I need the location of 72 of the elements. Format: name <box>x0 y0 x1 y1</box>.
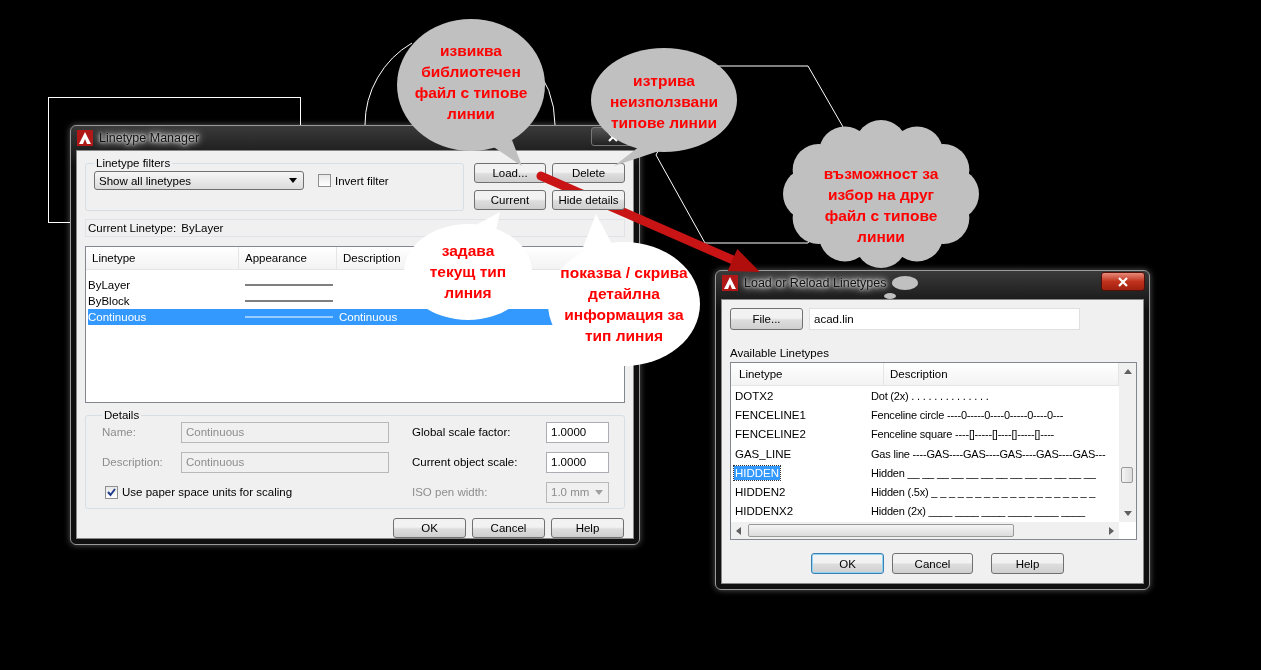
action-button[interactable]: Current <box>474 190 546 210</box>
linetype-name[interactable]: HIDDEN2 <box>734 485 787 500</box>
scale-field[interactable]: 1.0000 <box>546 451 609 473</box>
scale-field[interactable]: 1.0000 <box>546 421 609 443</box>
close-icon <box>1118 276 1128 287</box>
column-header[interactable]: Linetype <box>86 247 239 269</box>
scroll-down-icon[interactable] <box>1123 511 1132 516</box>
callout-text: извиква библиотечен файл с типове линии <box>414 41 528 124</box>
dialog-button[interactable]: OK <box>811 553 884 574</box>
action-button[interactable]: Delete <box>552 163 625 183</box>
filter-dropdown[interactable]: Show all linetypes <box>94 171 304 190</box>
checkbox[interactable] <box>105 485 118 499</box>
dialog-button[interactable]: Help <box>991 553 1064 574</box>
window-title: Load or Reload Linetypes <box>744 276 887 290</box>
scroll-up-icon[interactable] <box>1123 369 1132 374</box>
callout-text: изтрива неизползвани типове линии <box>610 71 718 133</box>
scroll-right-icon[interactable] <box>1109 526 1114 535</box>
checkbox-label: Invert filter <box>335 174 389 187</box>
linetype-description: Gas line ----GAS----GAS----GAS----GAS----GAS--- <box>871 447 1107 460</box>
group-label: Linetype filters <box>95 157 172 169</box>
dialog-button[interactable]: Cancel <box>472 518 545 538</box>
field-label: ISO pen width: <box>412 486 489 498</box>
current-linetype-label: Current Linetype: <box>88 222 177 234</box>
vertical-scrollbar[interactable] <box>1119 363 1136 522</box>
scroll-left-icon[interactable] <box>736 526 741 535</box>
linetype-name: ByBlock <box>88 295 131 307</box>
caret-icon <box>289 178 297 183</box>
linetype-name[interactable]: FENCELINE1 <box>734 407 807 422</box>
field-label: Current object scale: <box>412 456 519 468</box>
column-header[interactable]: Linetype <box>731 363 884 385</box>
checkbox-label: Use paper space units for scaling <box>122 486 293 498</box>
checkbox[interactable] <box>318 174 331 187</box>
linetype-description: Hidden __ __ __ __ __ __ __ __ __ __ __ __ __ <box>871 466 1097 479</box>
linetype-description: Continuous <box>339 311 399 323</box>
current-linetype-value: ByLayer <box>181 222 224 234</box>
linetype-name[interactable]: FENCELINE2 <box>734 427 807 442</box>
linetype-name: Continuous <box>88 311 148 323</box>
dialog-button[interactable]: Cancel <box>892 553 973 574</box>
thought-dot <box>884 293 896 299</box>
dialog-button[interactable]: Help <box>551 518 624 538</box>
column-header[interactable]: Description <box>337 247 405 269</box>
file-field[interactable]: acad.lin <box>809 308 1080 330</box>
action-button[interactable]: Load... <box>474 163 546 183</box>
linetype-description: Hidden (2x) ____ ____ ____ ____ ____ ____ <box>871 505 1087 518</box>
thought-dot <box>892 276 918 290</box>
linetype-description: Fenceline circle ----0-----0----0-----0----0--- <box>871 408 1065 421</box>
linetype-description: Fenceline square ----[]-----[]----[]-----[]---- <box>871 428 1056 441</box>
file-button[interactable]: File... <box>730 308 803 330</box>
linetype-name[interactable]: GAS_LINE <box>734 446 793 461</box>
caret-icon <box>595 489 603 495</box>
linetype-name: ByLayer <box>88 279 132 291</box>
list-label: Available Linetypes <box>730 347 830 359</box>
field-label: Name: <box>102 426 137 438</box>
linetype-description: Dot (2x) . . . . . . . . . . . . . . <box>871 389 990 402</box>
column-header[interactable]: Appearance <box>239 247 337 269</box>
scroll-thumb[interactable] <box>1121 467 1133 483</box>
scroll-thumb[interactable] <box>748 524 1014 537</box>
callout-text: показва / скрива детайлна информация за тип линия <box>560 263 688 346</box>
horizontal-scrollbar[interactable] <box>731 522 1119 539</box>
group-label: Details <box>103 409 141 421</box>
field-label: Global scale factor: <box>412 426 512 438</box>
app-logo-icon <box>722 275 738 291</box>
callout-text: възможност за избор на друг файл с типове линии <box>823 164 939 247</box>
close-button[interactable] <box>1101 272 1145 291</box>
action-button[interactable]: Hide details <box>552 190 625 210</box>
linetype-name[interactable]: HIDDENX2 <box>734 504 795 519</box>
callout-text: задава текущ тип линия <box>429 241 507 303</box>
linetype-name[interactable]: DOTX2 <box>734 388 775 403</box>
field-label: Description: <box>102 456 164 468</box>
linetype-description: Hidden (.5x) _ _ _ _ _ _ _ _ _ _ _ _ _ _ _ _ _ _ _ <box>871 486 1097 499</box>
dialog-button[interactable]: OK <box>393 518 466 538</box>
app-logo-icon <box>77 130 93 146</box>
